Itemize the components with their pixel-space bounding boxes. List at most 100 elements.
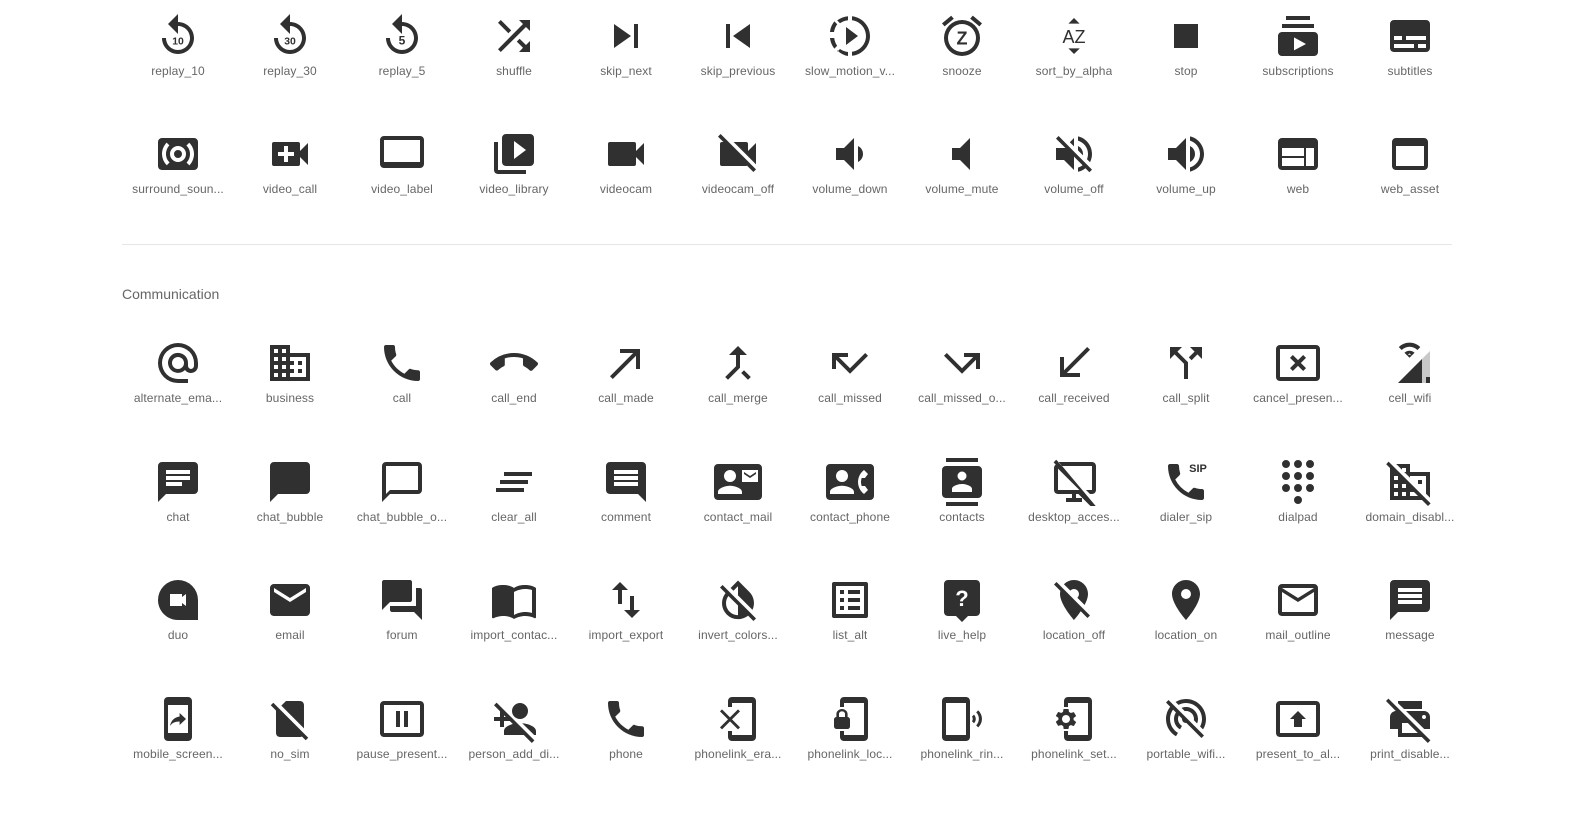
- icon-tile-call-merge[interactable]: call_merge: [682, 339, 794, 439]
- icon-tile-phonelink-erase[interactable]: phonelink_era...: [682, 695, 794, 795]
- icon-label: call_split: [1162, 391, 1210, 405]
- icon-tile-replay-10[interactable]: 10 replay_10: [122, 12, 234, 112]
- clear-all-icon: [496, 472, 532, 492]
- icon-tile-cell-wifi[interactable]: cell_wifi: [1354, 339, 1466, 439]
- icon-tile-email[interactable]: email: [234, 576, 346, 676]
- icon-tile-call-made[interactable]: call_made: [570, 339, 682, 439]
- icon-tile-volume-off[interactable]: volume_off: [1018, 130, 1130, 230]
- icon-tile-print-disabled[interactable]: print_disable...: [1354, 695, 1466, 795]
- icon-tile-surround-sound[interactable]: surround_soun...: [122, 130, 234, 230]
- icon-tile-mobile-screen-share[interactable]: mobile_screen...: [122, 695, 234, 795]
- slow-motion-video-icon: [830, 16, 870, 56]
- icon-tile-call-missed[interactable]: call_missed: [794, 339, 906, 439]
- icon-tile-video-call[interactable]: video_call: [234, 130, 346, 230]
- import-contacts-icon: [492, 585, 536, 619]
- icon-label: skip_previous: [700, 64, 776, 78]
- icon-tile-stop[interactable]: stop: [1130, 12, 1242, 112]
- icon-tile-call-split[interactable]: call_split: [1130, 339, 1242, 439]
- icon-tile-call-received[interactable]: call_received: [1018, 339, 1130, 439]
- icon-tile-skip-next[interactable]: skip_next: [570, 12, 682, 112]
- icon-tile-dialer-sip[interactable]: SIP dialer_sip: [1130, 458, 1242, 558]
- volume-mute-icon: [952, 138, 970, 170]
- icon-tile-import-export[interactable]: import_export: [570, 576, 682, 676]
- icon-tile-cancel-presentation[interactable]: cancel_presen...: [1242, 339, 1354, 439]
- call-split-icon: [1162, 339, 1210, 387]
- icon-tile-web[interactable]: web: [1242, 130, 1354, 230]
- icon-tile-location-on[interactable]: location_on: [1130, 576, 1242, 676]
- icon-tile-import-contacts[interactable]: import_contac...: [458, 576, 570, 676]
- icon-tile-message[interactable]: message: [1354, 576, 1466, 676]
- icon-tile-phonelink-setup[interactable]: phonelink_set...: [1018, 695, 1130, 795]
- icon-tile-chat[interactable]: chat: [122, 458, 234, 558]
- icon-tile-contacts[interactable]: contacts: [906, 458, 1018, 558]
- icon-tile-list-alt[interactable]: list_alt: [794, 576, 906, 676]
- skip-previous-icon: [714, 12, 762, 60]
- icon-label: duo: [167, 628, 189, 642]
- icon-tile-call-missed-outgoing[interactable]: call_missed_o...: [906, 339, 1018, 439]
- icon-label: present_to_al...: [1255, 747, 1341, 761]
- icon-tile-location-off[interactable]: location_off: [1018, 576, 1130, 676]
- icon-tile-replay-30[interactable]: 30 replay_30: [234, 12, 346, 112]
- icon-tile-domain-disabled[interactable]: domain_disabl...: [1354, 458, 1466, 558]
- icon-tile-phone[interactable]: phone: [570, 695, 682, 795]
- icon-tile-volume-down[interactable]: volume_down: [794, 130, 906, 230]
- icon-tile-call[interactable]: call: [346, 339, 458, 439]
- shuffle-icon: [490, 12, 538, 60]
- icon-tile-comment[interactable]: comment: [570, 458, 682, 558]
- icon-tile-skip-previous[interactable]: skip_previous: [682, 12, 794, 112]
- icon-tile-business[interactable]: business: [234, 339, 346, 439]
- icon-tile-slow-motion-video[interactable]: slow_motion_v...: [794, 12, 906, 112]
- icon-tile-videocam[interactable]: videocam: [570, 130, 682, 230]
- icon-tile-snooze[interactable]: Zsnooze: [906, 12, 1018, 112]
- icon-tile-clear-all[interactable]: clear_all: [458, 458, 570, 558]
- icon-tile-alternate-email[interactable]: alternate_ema...: [122, 339, 234, 439]
- icon-tile-replay-5[interactable]: 5 replay_5: [346, 12, 458, 112]
- icon-tile-chat-bubble[interactable]: chat_bubble: [234, 458, 346, 558]
- shuffle-icon: [498, 20, 530, 52]
- icon-row: duo email forum import_contac... import_expo…: [122, 576, 1466, 676]
- icon-tile-forum[interactable]: forum: [346, 576, 458, 676]
- icon-label: replay_30: [263, 64, 317, 78]
- icon-tile-invert-colors-off[interactable]: invert_colors...: [682, 576, 794, 676]
- icon-tile-dialpad[interactable]: dialpad: [1242, 458, 1354, 558]
- icon-tile-no-sim[interactable]: no_sim: [234, 695, 346, 795]
- icon-tile-video-library[interactable]: video_library: [458, 130, 570, 230]
- clear-all-icon: [490, 458, 538, 506]
- icon-tile-web-asset[interactable]: web_asset: [1354, 130, 1466, 230]
- icon-tile-person-add-disabled[interactable]: person_add_di...: [458, 695, 570, 795]
- email-icon: [270, 584, 310, 616]
- icon-tile-live-help[interactable]: ? live_help: [906, 576, 1018, 676]
- icon-tile-video-label[interactable]: video_label: [346, 130, 458, 230]
- icon-tile-pause-presentation[interactable]: pause_present...: [346, 695, 458, 795]
- icon-tile-shuffle[interactable]: shuffle: [458, 12, 570, 112]
- icon-tile-phonelink-lock[interactable]: phonelink_loc...: [794, 695, 906, 795]
- icon-tile-videocam-off[interactable]: videocam_off: [682, 130, 794, 230]
- replay-5-icon: 5: [386, 14, 418, 54]
- icon-tile-contact-phone[interactable]: contact_phone: [794, 458, 906, 558]
- invert-colors-off-icon: [720, 580, 756, 621]
- icon-tile-sort-by-alpha[interactable]: AZ sort_by_alpha: [1018, 12, 1130, 112]
- icon-tile-desktop-access-disabled[interactable]: desktop_acces...: [1018, 458, 1130, 558]
- icon-label: call_missed: [818, 391, 882, 405]
- web-icon: [1278, 138, 1318, 170]
- icon-tile-portable-wifi-off[interactable]: portable_wifi...: [1130, 695, 1242, 795]
- icon-tile-subscriptions[interactable]: subscriptions: [1242, 12, 1354, 112]
- phone-icon: [608, 701, 644, 737]
- mobile-screen-share-icon: [154, 695, 202, 743]
- icon-tile-phonelink-ring[interactable]: phonelink_rin...: [906, 695, 1018, 795]
- icon-tile-subtitles[interactable]: subtitles: [1354, 12, 1466, 112]
- icon-tile-present-to-all[interactable]: present_to_al...: [1242, 695, 1354, 795]
- icon-tile-duo[interactable]: duo: [122, 576, 234, 676]
- contact-phone-icon: [826, 464, 874, 500]
- icon-tile-volume-mute[interactable]: volume_mute: [906, 130, 1018, 230]
- icon-tile-chat-bubble-outline[interactable]: chat_bubble_o...: [346, 458, 458, 558]
- phonelink-setup-icon: [1050, 695, 1098, 743]
- cancel-presentation-icon: [1274, 339, 1322, 387]
- location-on-icon: [1172, 580, 1200, 620]
- icon-tile-call-end[interactable]: call_end: [458, 339, 570, 439]
- icon-label: shuffle: [496, 64, 532, 78]
- forum-icon: [382, 580, 422, 620]
- icon-tile-contact-mail[interactable]: contact_mail: [682, 458, 794, 558]
- icon-tile-volume-up[interactable]: volume_up: [1130, 130, 1242, 230]
- icon-tile-mail-outline[interactable]: mail_outline: [1242, 576, 1354, 676]
